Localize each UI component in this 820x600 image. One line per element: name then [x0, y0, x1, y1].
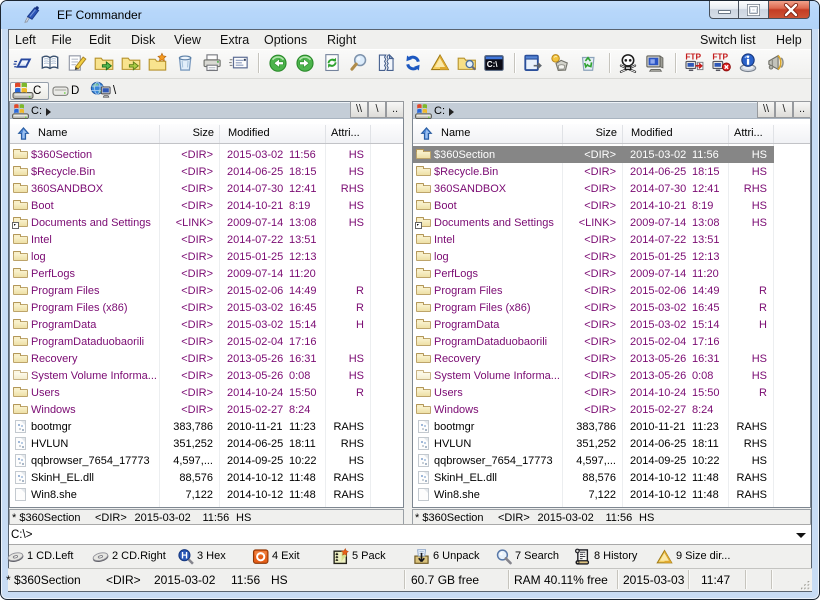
svg-text:C:\: C:\	[487, 60, 499, 69]
svg-text:FTP: FTP	[685, 52, 701, 62]
svg-text:FTP: FTP	[712, 52, 728, 62]
svg-text:H: H	[181, 551, 188, 561]
